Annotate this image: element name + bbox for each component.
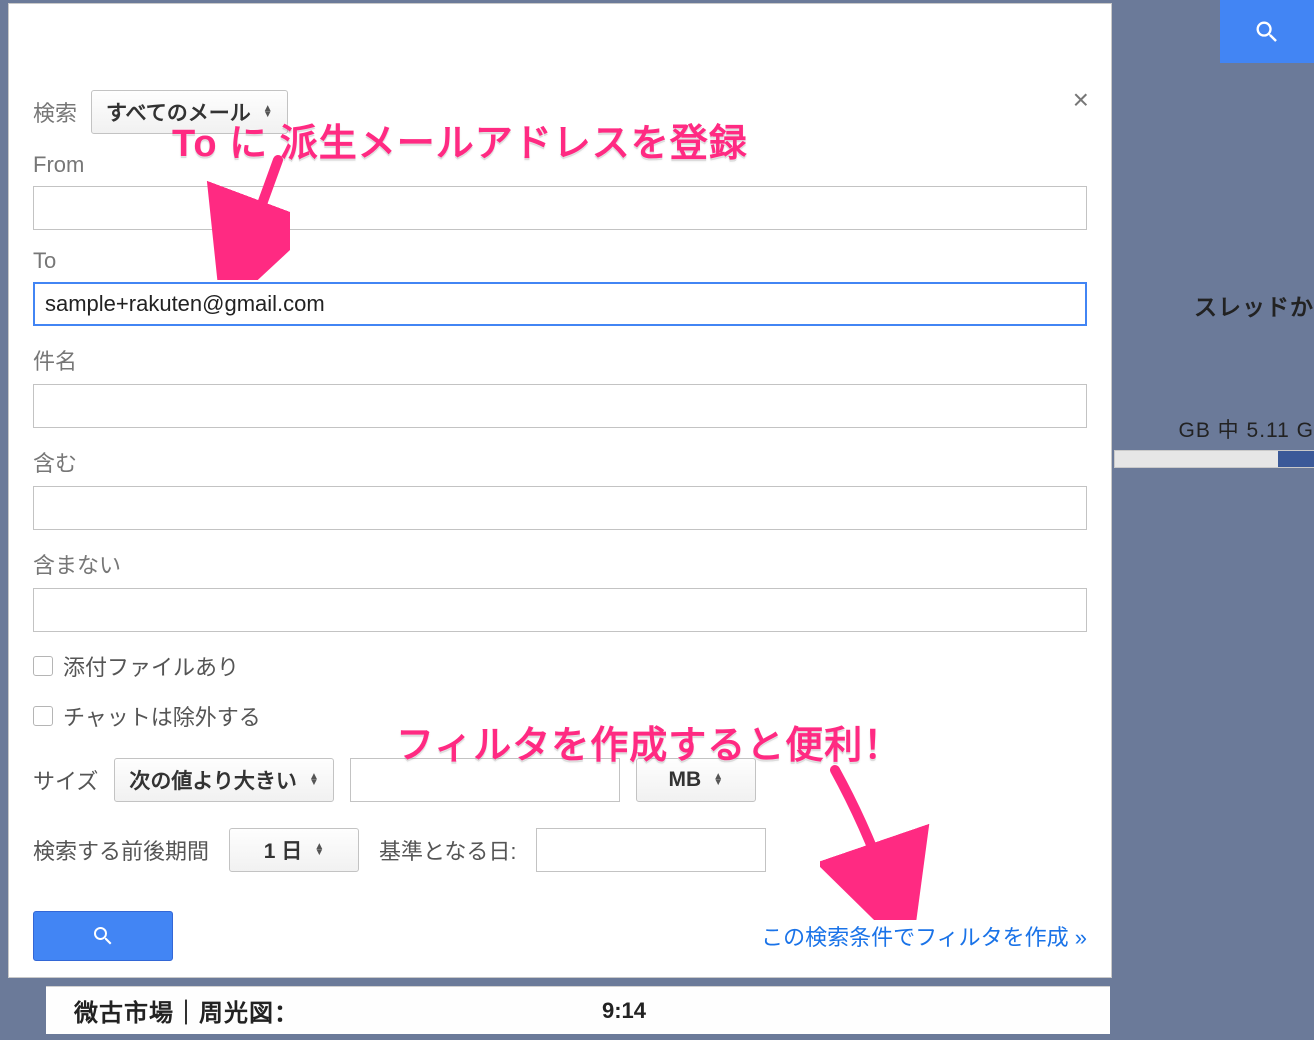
size-value-input[interactable] [350,758,620,802]
size-unit-select[interactable]: MB ▲▼ [636,758,756,802]
close-icon[interactable]: × [1073,86,1089,114]
has-attachment-label: 添付ファイルあり [63,650,239,682]
search-scope-selected: すべてのメール [106,97,251,127]
date-range-select[interactable]: 1 日 ▲▼ [229,828,359,872]
search-scope-select[interactable]: すべてのメール ▲▼ [91,90,288,134]
exclude-chats-row[interactable]: チャットは除外する [33,700,1087,732]
search-scope-label: 検索 [33,96,77,128]
has-words-input[interactable] [33,486,1087,530]
subject-field-block: 件名 [33,344,1087,428]
storage-partial-text: GB 中 5.11 G [1179,414,1314,444]
to-label: To [33,248,1087,274]
date-base-label: 基準となる日: [379,834,516,866]
create-filter-link[interactable]: この検索条件でフィルタを作成 » [761,920,1087,952]
to-field-block: To [33,248,1087,326]
not-words-label: 含まない [33,548,1087,580]
not-words-field-block: 含まない [33,548,1087,632]
size-row: サイズ 次の値より大きい ▲▼ MB ▲▼ [33,758,1087,802]
from-input[interactable] [33,186,1087,230]
has-attachment-checkbox[interactable] [33,656,53,676]
storage-usage-bar [1114,450,1314,468]
size-comparator-selected: 次の値より大きい [129,765,297,795]
mail-row-snippet: 微古市場｜周光図： 9:14 [46,986,1110,1034]
exclude-chats-checkbox[interactable] [33,706,53,726]
date-row: 検索する前後期間 1 日 ▲▼ 基準となる日: [33,828,1087,872]
search-options-panel: × 検索 すべてのメール ▲▼ From To 件名 含む 含まない 添付ファイ… [8,3,1112,978]
has-words-field-block: 含む [33,446,1087,530]
size-unit-selected: MB [669,768,702,792]
subject-input[interactable] [33,384,1087,428]
has-words-label: 含む [33,446,1087,478]
mail-row-time: 9:14 [602,998,646,1024]
not-words-input[interactable] [33,588,1087,632]
search-icon [91,924,115,948]
search-button[interactable] [33,911,173,961]
has-attachment-row[interactable]: 添付ファイルあり [33,650,1087,682]
mail-row-text: 微古市場｜周光図： [74,993,299,1028]
select-arrows-icon: ▲▼ [263,106,273,118]
thread-partial-text: スレッドか [1194,288,1314,322]
date-range-selected: 1 日 [264,835,303,865]
header-search-button[interactable] [1220,0,1314,63]
to-input[interactable] [33,282,1087,326]
from-field-block: From [33,152,1087,230]
size-label: サイズ [33,764,98,796]
size-comparator-select[interactable]: 次の値より大きい ▲▼ [114,758,334,802]
exclude-chats-label: チャットは除外する [63,700,261,732]
bottom-row: この検索条件でフィルタを作成 » [33,911,1087,961]
select-arrows-icon: ▲▼ [713,774,723,786]
select-arrows-icon: ▲▼ [309,774,319,786]
search-scope-row: 検索 すべてのメール ▲▼ [33,90,1087,134]
date-range-label: 検索する前後期間 [33,834,209,866]
select-arrows-icon: ▲▼ [314,844,324,856]
from-label: From [33,152,1087,178]
search-icon [1253,18,1281,46]
date-base-input[interactable] [536,828,766,872]
subject-label: 件名 [33,344,1087,376]
